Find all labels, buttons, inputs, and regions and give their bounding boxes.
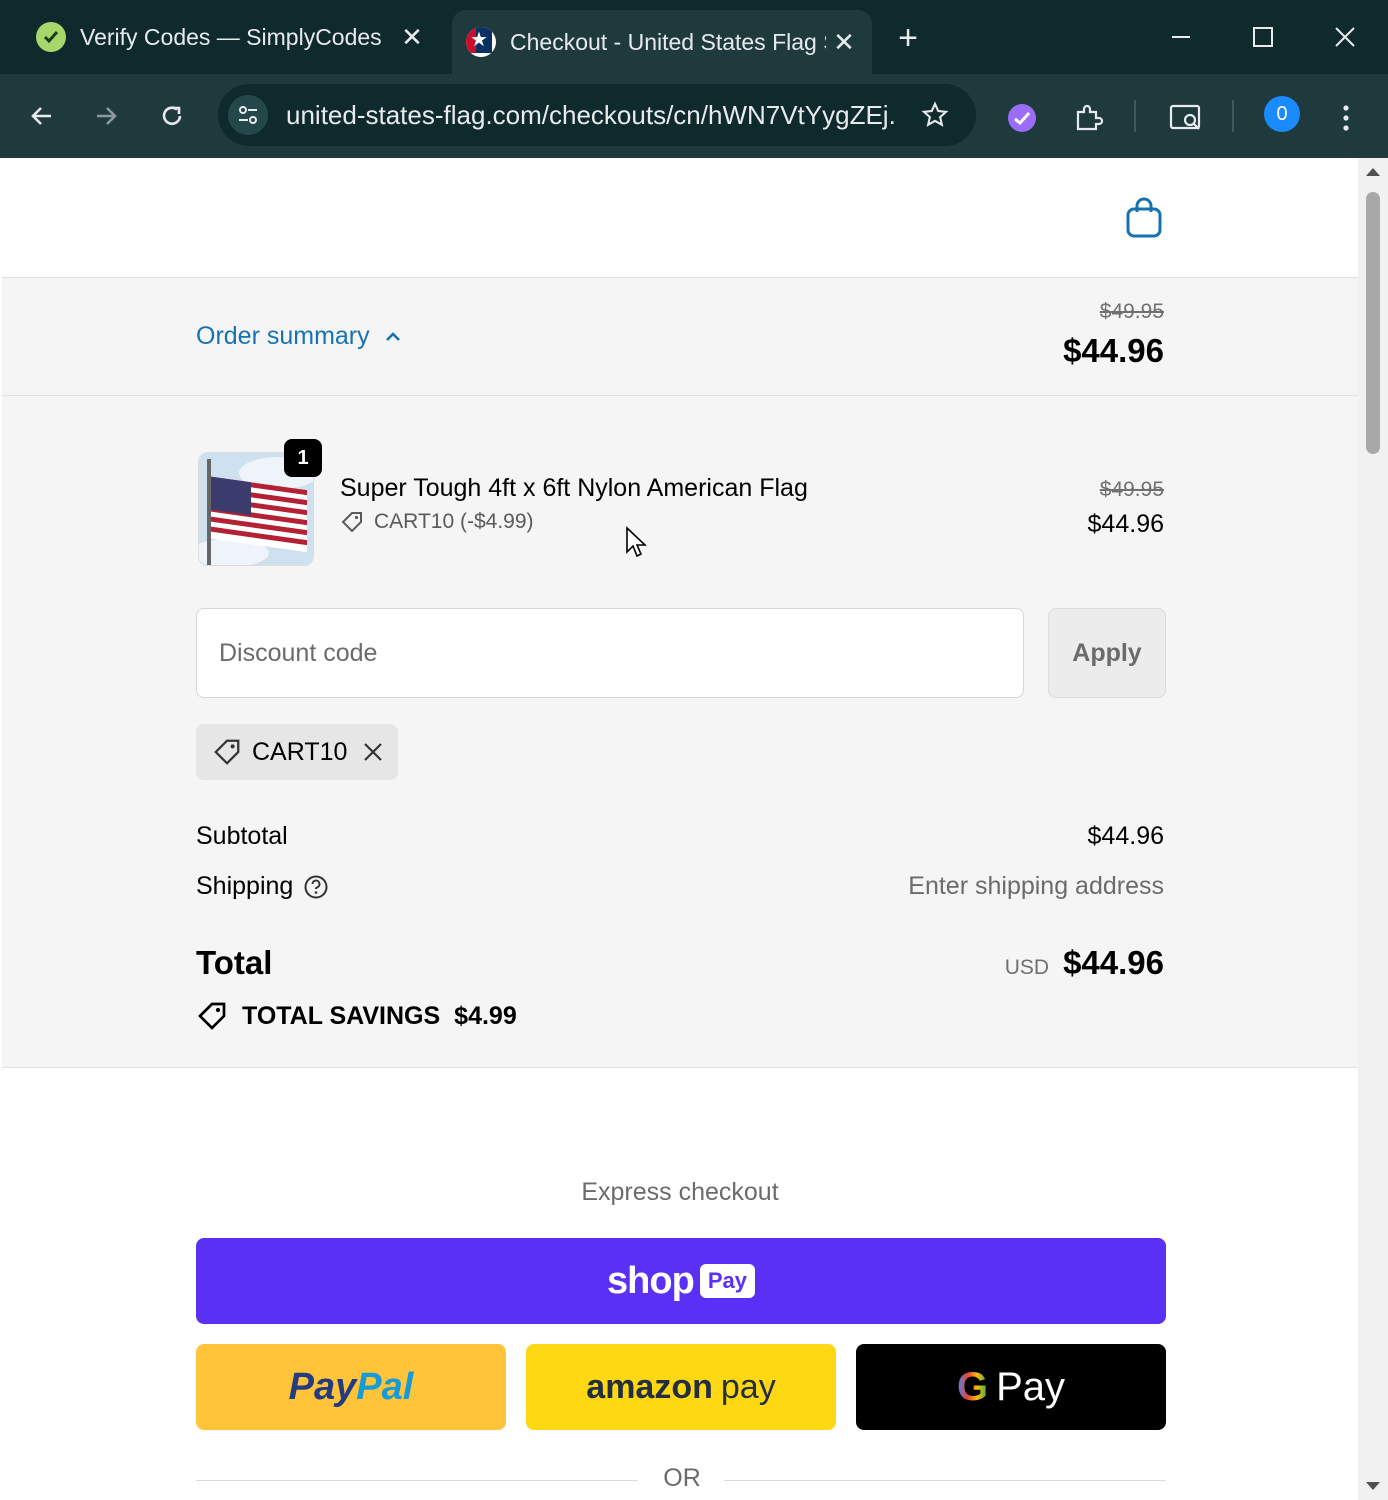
simplycodes-icon bbox=[36, 22, 66, 52]
scrollbar-thumb[interactable] bbox=[1366, 192, 1380, 454]
extensions-puzzle-icon[interactable] bbox=[1066, 96, 1110, 140]
order-original-total: $49.95 bbox=[1099, 300, 1164, 323]
reload-icon[interactable] bbox=[148, 92, 196, 140]
amazon-pay-button[interactable]: amazon pay bbox=[526, 1344, 836, 1430]
tag-icon bbox=[341, 512, 362, 533]
google-pay-label: Pay bbox=[996, 1364, 1066, 1409]
extension-icon[interactable] bbox=[1000, 96, 1044, 140]
quantity-badge: 1 bbox=[284, 439, 322, 477]
more-menu-icon[interactable] bbox=[1324, 96, 1368, 140]
close-tab-icon[interactable]: ✕ bbox=[826, 24, 862, 60]
total-label: Total bbox=[196, 944, 273, 981]
bookmark-star-icon[interactable] bbox=[918, 98, 952, 132]
total-savings-value: $4.99 bbox=[454, 1001, 517, 1030]
amazon-logo: amazon bbox=[586, 1367, 713, 1406]
product-title: Super Tough 4ft x 6ft Nylon American Fla… bbox=[340, 474, 808, 502]
new-tab-button[interactable]: + bbox=[886, 18, 930, 58]
scroll-up-arrow-icon[interactable] bbox=[1366, 168, 1380, 176]
tab-search-icon[interactable] bbox=[1164, 96, 1208, 140]
browser-toolbar: united-states-flag.com/checkouts/cn/hWN7… bbox=[0, 74, 1388, 158]
shopping-bag-icon[interactable] bbox=[1124, 196, 1164, 240]
tag-icon bbox=[198, 1002, 226, 1030]
tab-checkout[interactable]: ★ Checkout - United States Flag S ✕ bbox=[452, 10, 872, 74]
minimize-icon[interactable] bbox=[1156, 14, 1206, 60]
tag-icon bbox=[214, 739, 240, 765]
page-scrollbar[interactable] bbox=[1358, 158, 1388, 1500]
shipping-row-label: Shipping bbox=[196, 872, 329, 901]
url-text: united-states-flag.com/checkouts/cn/hWN7… bbox=[286, 99, 896, 130]
currency-code: USD bbox=[1004, 956, 1050, 979]
mouse-cursor-icon bbox=[626, 526, 647, 558]
total-savings: TOTAL SAVINGS $4.99 bbox=[196, 1000, 517, 1032]
browser-tab-bar: Verify Codes — SimplyCodes ✕ ★ Checkout … bbox=[0, 0, 1388, 74]
shop-pay-wordmark: shop bbox=[607, 1259, 695, 1302]
remove-discount-icon[interactable] bbox=[361, 740, 385, 764]
product-price: $44.96 bbox=[1087, 510, 1164, 538]
checkout-header bbox=[2, 158, 1358, 278]
order-summary-bar[interactable]: Order summary $49.95 $44.96 bbox=[2, 278, 1358, 396]
divider-right bbox=[724, 1480, 1166, 1481]
total-value-group: USD $44.96 bbox=[1005, 944, 1164, 982]
tab-title: Verify Codes — SimplyCodes bbox=[80, 23, 382, 50]
shop-pay-button[interactable]: shop Pay bbox=[196, 1238, 1166, 1324]
subtotal-value: $44.96 bbox=[1087, 822, 1164, 850]
order-summary-details: 1 Super Tough 4ft x 6ft Nylon American F… bbox=[2, 396, 1358, 1068]
product-discount-label: CART10 (-$4.99) bbox=[374, 510, 534, 533]
apply-discount-button[interactable]: Apply bbox=[1048, 608, 1166, 698]
shipping-label: Shipping bbox=[196, 872, 294, 900]
toolbar-divider bbox=[1232, 100, 1234, 132]
applied-discount-code: CART10 bbox=[252, 737, 348, 766]
paypal-button[interactable]: Pay Pal bbox=[196, 1344, 506, 1430]
subtotal-label: Subtotal bbox=[196, 822, 288, 850]
applied-discount-chip: CART10 bbox=[196, 724, 398, 780]
shop-pay-badge: Pay bbox=[699, 1264, 755, 1298]
order-summary-toggle[interactable]: Order summary bbox=[196, 322, 402, 351]
chevron-up-icon bbox=[385, 331, 400, 341]
tab-simplycodes[interactable]: Verify Codes — SimplyCodes ✕ bbox=[22, 0, 440, 74]
address-bar[interactable]: united-states-flag.com/checkouts/cn/hWN7… bbox=[218, 84, 976, 146]
maximize-icon[interactable] bbox=[1238, 14, 1288, 60]
paypal-logo-part2: Pal bbox=[356, 1365, 414, 1408]
tab-title: Checkout - United States Flag S bbox=[510, 28, 826, 55]
or-divider-label: OR bbox=[663, 1464, 701, 1492]
express-checkout-title: Express checkout bbox=[581, 1178, 779, 1206]
product-original-price: $49.95 bbox=[1099, 478, 1164, 501]
toolbar-divider bbox=[1134, 100, 1136, 132]
google-pay-button[interactable]: G Pay bbox=[856, 1344, 1166, 1430]
order-total: $44.96 bbox=[1063, 332, 1164, 369]
divider-left bbox=[196, 1480, 638, 1481]
site-settings-icon[interactable] bbox=[228, 95, 268, 135]
forward-icon[interactable] bbox=[82, 92, 130, 140]
product-discount: CART10 (-$4.99) bbox=[340, 510, 534, 534]
profile-avatar[interactable]: 0 bbox=[1264, 96, 1300, 132]
total-value: $44.96 bbox=[1063, 944, 1164, 981]
amazon-pay-label: pay bbox=[720, 1367, 776, 1406]
discount-code-input[interactable] bbox=[196, 608, 1024, 698]
paypal-logo-part1: Pay bbox=[288, 1365, 357, 1408]
shipping-value: Enter shipping address bbox=[908, 872, 1164, 900]
back-icon[interactable] bbox=[18, 92, 66, 140]
close-tab-icon[interactable]: ✕ bbox=[394, 19, 430, 55]
scroll-down-arrow-icon[interactable] bbox=[1366, 1482, 1380, 1490]
flag-store-icon: ★ bbox=[466, 27, 496, 57]
google-g-logo: G bbox=[956, 1364, 989, 1409]
total-savings-label: TOTAL SAVINGS bbox=[242, 1001, 441, 1030]
order-summary-label: Order summary bbox=[196, 322, 370, 350]
help-icon[interactable] bbox=[303, 874, 329, 900]
close-window-icon[interactable] bbox=[1320, 14, 1370, 60]
checkout-page: Order summary $49.95 $44.96 1 Super Toug… bbox=[2, 158, 1358, 1500]
